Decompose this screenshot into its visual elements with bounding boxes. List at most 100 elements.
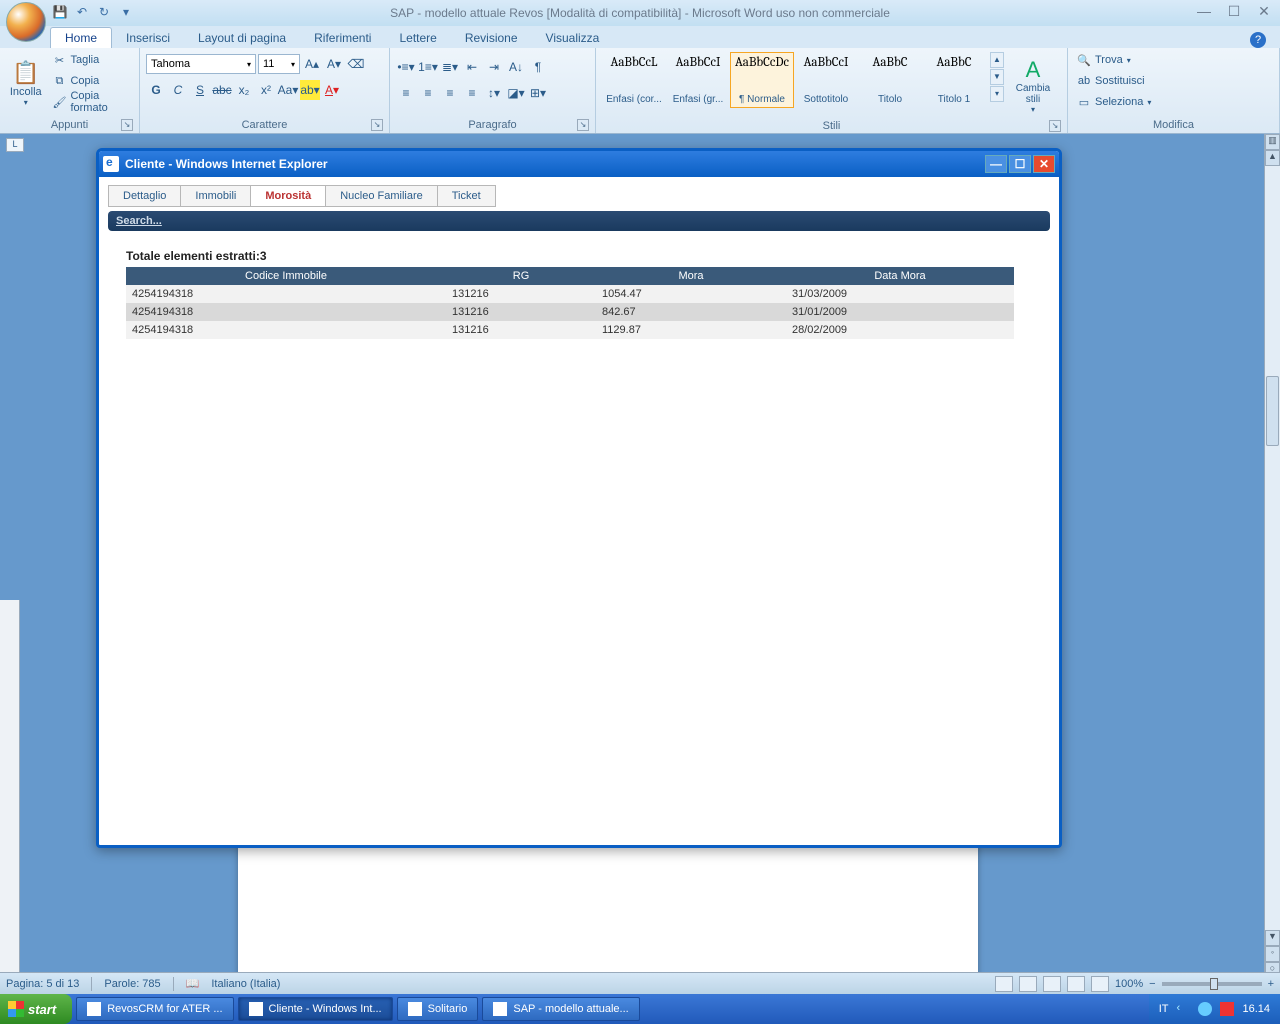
minimize-icon[interactable]: — bbox=[1194, 4, 1214, 18]
ie-tab[interactable]: Ticket bbox=[437, 185, 496, 207]
tray-language[interactable]: IT bbox=[1159, 1003, 1169, 1015]
dialog-launcher-icon[interactable]: ↘ bbox=[577, 119, 589, 131]
font-size-combo[interactable]: 11▾ bbox=[258, 54, 300, 74]
table-row[interactable]: 42541943181312161129.8728/02/2009 bbox=[126, 321, 1014, 339]
undo-icon[interactable]: ↶ bbox=[74, 4, 90, 20]
sort-icon[interactable]: A↓ bbox=[506, 57, 526, 77]
tray-clock[interactable]: 16.14 bbox=[1242, 1003, 1270, 1015]
ie-titlebar[interactable]: Cliente - Windows Internet Explorer — ☐ … bbox=[99, 151, 1059, 177]
taskbar-item[interactable]: Cliente - Windows Int... bbox=[238, 997, 393, 1021]
taskbar-item[interactable]: SAP - modello attuale... bbox=[482, 997, 639, 1021]
style-tile[interactable]: AaBbCcDc¶ Normale bbox=[730, 52, 794, 108]
ie-maximize-icon[interactable]: ☐ bbox=[1009, 155, 1031, 173]
shrink-font-icon[interactable]: A▾ bbox=[324, 54, 344, 74]
tab-visualizza[interactable]: Visualizza bbox=[532, 28, 614, 48]
column-header[interactable]: RG bbox=[446, 267, 596, 285]
tab-riferimenti[interactable]: Riferimenti bbox=[300, 28, 385, 48]
tab-home[interactable]: Home bbox=[50, 27, 112, 48]
prev-page-icon[interactable]: ◦ bbox=[1265, 946, 1280, 962]
underline-icon[interactable]: S bbox=[190, 80, 210, 100]
start-button[interactable]: start bbox=[0, 994, 72, 1024]
view-fullscreen-icon[interactable] bbox=[1019, 976, 1037, 992]
redo-icon[interactable]: ↻ bbox=[96, 4, 112, 20]
scroll-thumb[interactable] bbox=[1266, 376, 1279, 446]
align-left-icon[interactable]: ≡ bbox=[396, 83, 416, 103]
highlight-icon[interactable]: ab▾ bbox=[300, 80, 320, 100]
save-icon[interactable]: 💾 bbox=[52, 4, 68, 20]
tray-shield-icon[interactable] bbox=[1220, 1002, 1234, 1016]
strike-icon[interactable]: abc bbox=[212, 80, 232, 100]
ie-tab[interactable]: Morosità bbox=[250, 185, 326, 207]
ruler-toggle-icon[interactable]: ▥ bbox=[1265, 134, 1280, 150]
column-header[interactable]: Codice Immobile bbox=[126, 267, 446, 285]
multilevel-icon[interactable]: ≣▾ bbox=[440, 57, 460, 77]
zoom-out-icon[interactable]: − bbox=[1149, 978, 1155, 990]
zoom-in-icon[interactable]: + bbox=[1268, 978, 1274, 990]
tray-arrow-icon[interactable]: ‹ bbox=[1176, 1002, 1190, 1016]
align-right-icon[interactable]: ≡ bbox=[440, 83, 460, 103]
taskbar-item[interactable]: RevosCRM for ATER ... bbox=[76, 997, 233, 1021]
dialog-launcher-icon[interactable]: ↘ bbox=[371, 119, 383, 131]
ie-close-icon[interactable]: ✕ bbox=[1033, 155, 1055, 173]
status-words[interactable]: Parole: 785 bbox=[104, 978, 160, 990]
help-icon[interactable]: ? bbox=[1250, 32, 1266, 48]
style-tile[interactable]: AaBbCTitolo bbox=[858, 52, 922, 108]
view-outline-icon[interactable] bbox=[1067, 976, 1085, 992]
grow-font-icon[interactable]: A▴ bbox=[302, 54, 322, 74]
style-tile[interactable]: AaBbCcIEnfasi (gr... bbox=[666, 52, 730, 108]
align-center-icon[interactable]: ≡ bbox=[418, 83, 438, 103]
column-header[interactable]: Data Mora bbox=[786, 267, 1014, 285]
dialog-launcher-icon[interactable]: ↘ bbox=[121, 119, 133, 131]
increase-indent-icon[interactable]: ⇥ bbox=[484, 57, 504, 77]
ie-minimize-icon[interactable]: — bbox=[985, 155, 1007, 173]
close-icon[interactable]: ✕ bbox=[1254, 4, 1274, 18]
office-button[interactable] bbox=[6, 2, 46, 42]
status-page[interactable]: Pagina: 5 di 13 bbox=[6, 978, 79, 990]
tab-lettere[interactable]: Lettere bbox=[385, 28, 450, 48]
proofing-icon[interactable]: 📖 bbox=[186, 977, 200, 990]
search-bar[interactable]: Search... bbox=[108, 211, 1050, 231]
ie-tab[interactable]: Dettaglio bbox=[108, 185, 181, 207]
table-row[interactable]: 42541943181312161054.4731/03/2009 bbox=[126, 285, 1014, 303]
ie-tab[interactable]: Immobili bbox=[180, 185, 251, 207]
paste-button[interactable]: 📋 Incolla ▾ bbox=[6, 50, 45, 116]
ie-tab[interactable]: Nucleo Familiare bbox=[325, 185, 438, 207]
borders-icon[interactable]: ⊞▾ bbox=[528, 83, 548, 103]
style-tile[interactable]: AaBbCcLEnfasi (cor... bbox=[602, 52, 666, 108]
numbering-icon[interactable]: 1≡▾ bbox=[418, 57, 438, 77]
table-row[interactable]: 4254194318131216842.6731/01/2009 bbox=[126, 303, 1014, 321]
justify-icon[interactable]: ≡ bbox=[462, 83, 482, 103]
copy-button[interactable]: ⧉Copia bbox=[49, 71, 133, 91]
styles-more-icon[interactable]: ▾ bbox=[990, 86, 1004, 102]
status-language[interactable]: Italiano (Italia) bbox=[211, 978, 280, 990]
find-button[interactable]: 🔍Trova ▾ bbox=[1074, 50, 1154, 70]
styles-up-icon[interactable]: ▲ bbox=[990, 52, 1004, 68]
format-painter-button[interactable]: 🖌Copia formato bbox=[49, 92, 133, 112]
vertical-scrollbar[interactable]: ▥ ▲ ▼ ◦ ○ ◦ bbox=[1264, 134, 1280, 994]
select-button[interactable]: ▭Seleziona ▾ bbox=[1074, 92, 1154, 112]
change-case-icon[interactable]: Aa▾ bbox=[278, 80, 298, 100]
tab-indicator[interactable]: L bbox=[6, 138, 24, 152]
style-tile[interactable]: AaBbCcISottotitolo bbox=[794, 52, 858, 108]
bold-icon[interactable]: G bbox=[146, 80, 166, 100]
clear-format-icon[interactable]: ⌫ bbox=[346, 54, 366, 74]
tab-layout[interactable]: Layout di pagina bbox=[184, 28, 300, 48]
replace-button[interactable]: abSostituisci bbox=[1074, 71, 1154, 91]
zoom-thumb[interactable] bbox=[1210, 978, 1218, 990]
line-spacing-icon[interactable]: ↕▾ bbox=[484, 83, 504, 103]
view-web-icon[interactable] bbox=[1043, 976, 1061, 992]
subscript-icon[interactable]: x₂ bbox=[234, 80, 254, 100]
bullets-icon[interactable]: •≡▾ bbox=[396, 57, 416, 77]
column-header[interactable]: Mora bbox=[596, 267, 786, 285]
tab-revisione[interactable]: Revisione bbox=[451, 28, 532, 48]
tray-info-icon[interactable] bbox=[1198, 1002, 1212, 1016]
superscript-icon[interactable]: x² bbox=[256, 80, 276, 100]
decrease-indent-icon[interactable]: ⇤ bbox=[462, 57, 482, 77]
styles-down-icon[interactable]: ▼ bbox=[990, 69, 1004, 85]
change-styles-button[interactable]: A Cambia stili ▾ bbox=[1008, 52, 1058, 118]
style-tile[interactable]: AaBbCTitolo 1 bbox=[922, 52, 986, 108]
shading-icon[interactable]: ◪▾ bbox=[506, 83, 526, 103]
scroll-track[interactable] bbox=[1265, 166, 1280, 930]
font-name-combo[interactable]: Tahoma▾ bbox=[146, 54, 256, 74]
view-draft-icon[interactable] bbox=[1091, 976, 1109, 992]
